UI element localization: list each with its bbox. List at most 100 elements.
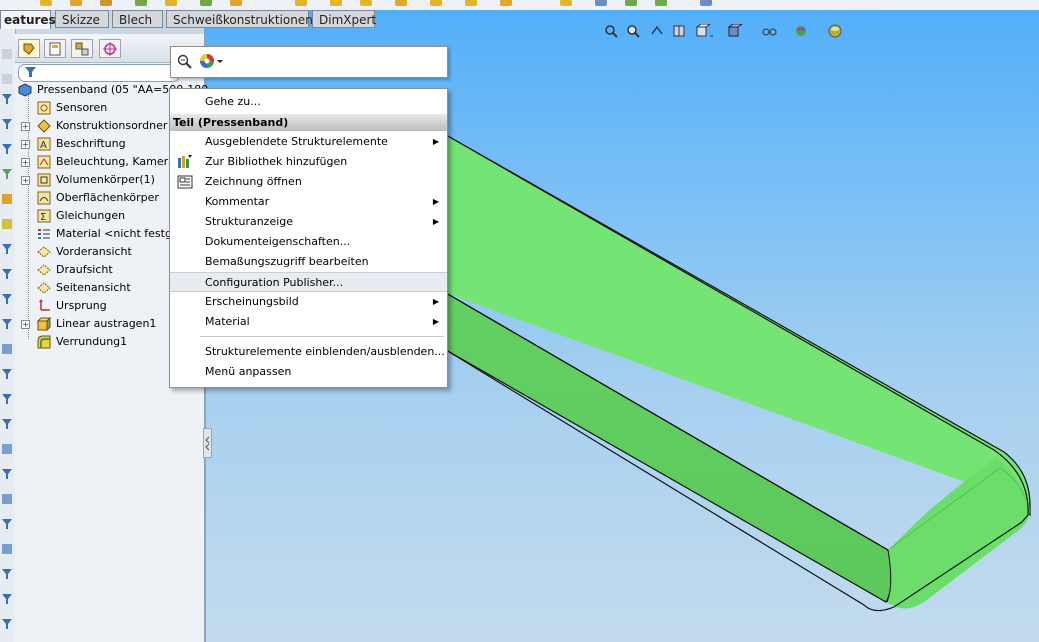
display-style-icon[interactable] <box>727 23 744 38</box>
toolbar-icon[interactable] <box>200 0 212 6</box>
toolbar-icon[interactable] <box>135 0 147 6</box>
hide-show-items-icon[interactable] <box>761 24 777 38</box>
menu-item-kommentar[interactable]: Kommentar ▶ <box>170 192 447 212</box>
toolbar-icon[interactable] <box>70 0 82 6</box>
expand-toggle[interactable]: + <box>21 158 30 167</box>
section-view-icon[interactable] <box>672 24 686 38</box>
tree-filter-input[interactable] <box>18 64 180 82</box>
menu-item-ausgeblendete-strukturelemente[interactable]: Ausgeblendete Strukturelemente ▶ <box>170 132 447 152</box>
menu-item-label: Zeichnung öffnen <box>205 175 302 188</box>
menu-section-header: Teil (Pressenband) <box>170 114 447 131</box>
toolbar-icon[interactable] <box>595 0 607 6</box>
expand-toggle[interactable]: + <box>21 140 30 149</box>
toolbar-icon[interactable] <box>625 0 637 6</box>
tab-dimxpert[interactable]: DimXpert <box>312 10 376 28</box>
expand-toggle[interactable]: + <box>21 176 30 185</box>
context-toolbar <box>170 46 448 78</box>
tab-skizze[interactable]: Skizze <box>55 10 109 28</box>
zoom-to-area-icon[interactable] <box>626 24 640 38</box>
toolbar-icon[interactable] <box>330 0 342 6</box>
view-orientation-icon[interactable] <box>695 23 713 38</box>
menu-item-dokumenteigenschaften[interactable]: Dokumenteigenschaften... <box>170 232 447 252</box>
toolbar-icon[interactable] <box>560 0 572 6</box>
menu-item-material[interactable]: Material ▶ <box>170 312 447 332</box>
submenu-arrow-icon: ▶ <box>432 297 439 306</box>
menu-item-menue-anpassen[interactable]: Menü anpassen <box>170 362 447 382</box>
tree-item-label: Sensoren <box>56 101 108 114</box>
menu-item-label: Gehe zu... <box>205 95 261 108</box>
edit-appearance-icon[interactable] <box>794 24 808 38</box>
context-menu: Gehe zu... Teil (Pressenband) Ausgeblend… <box>169 88 448 388</box>
submenu-arrow-icon: ▶ <box>432 197 439 206</box>
toolbar-icon[interactable] <box>295 0 307 6</box>
menu-item-label: Configuration Publisher... <box>205 276 344 289</box>
menu-item-label: Dokumenteigenschaften... <box>205 235 351 248</box>
toolbar-icon[interactable] <box>500 0 512 6</box>
menu-item-label: Menü anpassen <box>205 365 292 378</box>
menu-item-configuration-publisher[interactable]: Configuration Publisher... <box>170 272 447 292</box>
tree-item-label: Konstruktionsordner <box>56 119 168 132</box>
menu-item-label: Erscheinungsbild <box>205 295 299 308</box>
expand-toggle[interactable]: + <box>21 320 30 329</box>
equations-icon: Σ <box>37 209 51 223</box>
tab-features[interactable]: eatures <box>0 10 56 29</box>
tree-item-label: Volumenkörper(1) <box>56 173 155 186</box>
menu-item-bemassungszugriff[interactable]: Bemaßungszugriff bearbeiten <box>170 252 447 272</box>
sensor-icon <box>37 101 51 115</box>
apply-scene-icon[interactable] <box>828 24 842 38</box>
svg-text:Σ: Σ <box>40 212 46 223</box>
menu-item-strukturanzeige[interactable]: Strukturanzeige ▶ <box>170 212 447 232</box>
configuration-manager-icon[interactable] <box>71 39 93 58</box>
plane-icon <box>37 281 51 295</box>
appearance-icon[interactable] <box>199 53 225 74</box>
tree-item-label: Ursprung <box>56 299 107 312</box>
menu-item-label: Material <box>205 315 250 328</box>
submenu-arrow-icon: ▶ <box>432 317 439 326</box>
dimxpert-manager-icon[interactable] <box>99 39 121 58</box>
zoom-to-fit-icon[interactable] <box>604 24 618 38</box>
lights-cameras-icon <box>37 155 51 169</box>
toolbar-icon[interactable] <box>40 0 52 6</box>
plane-icon <box>37 263 51 277</box>
menu-item-erscheinungsbild[interactable]: Erscheinungsbild ▶ <box>170 292 447 312</box>
tree-item-label: Gleichungen <box>56 209 126 222</box>
toolbar-icon[interactable] <box>700 0 712 6</box>
material-icon <box>37 227 51 241</box>
previous-view-icon[interactable] <box>650 24 664 38</box>
submenu-arrow-icon: ▶ <box>432 217 439 226</box>
menu-item-label: Strukturelemente einblenden/ausblenden..… <box>205 345 445 358</box>
property-manager-icon[interactable] <box>44 39 66 58</box>
menu-item-zeichnung-oeffnen[interactable]: Zeichnung öffnen <box>170 172 447 192</box>
tree-item-label: Verrundung1 <box>56 335 128 348</box>
toolbar-icon[interactable] <box>100 0 112 6</box>
toolbar-icon[interactable] <box>230 0 242 6</box>
filter-icon <box>25 67 36 81</box>
zoom-to-selection-icon[interactable] <box>177 54 193 73</box>
part-icon <box>18 83 32 97</box>
toolbar-icon[interactable] <box>430 0 442 6</box>
menu-item-label: Strukturanzeige <box>205 215 294 228</box>
extrude-icon <box>36 316 52 332</box>
panel-collapse-handle[interactable] <box>203 428 212 458</box>
menu-item-gehe-zu[interactable]: Gehe zu... <box>170 92 447 112</box>
menu-item-label: Bemaßungszugriff bearbeiten <box>205 255 369 268</box>
tree-item-label: Linear austragen1 <box>56 317 157 330</box>
feature-manager-icon[interactable] <box>18 39 40 58</box>
tab-blech[interactable]: Blech <box>112 10 163 28</box>
tab-schweisskonstruktionen[interactable]: Schweißkonstruktionen <box>166 10 313 28</box>
heads-up-view-toolbar <box>604 23 864 42</box>
open-drawing-icon <box>177 174 193 190</box>
origin-icon <box>37 299 51 313</box>
expand-toggle[interactable]: + <box>21 122 30 131</box>
toolbar-icon[interactable] <box>465 0 477 6</box>
toolbar-icon[interactable] <box>360 0 372 6</box>
tree-item-label: Oberflächenkörper <box>56 191 159 204</box>
add-to-library-icon <box>177 154 193 170</box>
menu-item-zur-bibliothek[interactable]: Zur Bibliothek hinzufügen <box>170 152 447 172</box>
design-binder-icon <box>37 119 51 133</box>
svg-text:A: A <box>40 140 47 151</box>
toolbar-icon[interactable] <box>395 0 407 6</box>
menu-item-strukturelemente-einblenden[interactable]: Strukturelemente einblenden/ausblenden..… <box>170 342 447 362</box>
toolbar-icon[interactable] <box>165 0 177 6</box>
toolbar-icon[interactable] <box>655 0 667 6</box>
